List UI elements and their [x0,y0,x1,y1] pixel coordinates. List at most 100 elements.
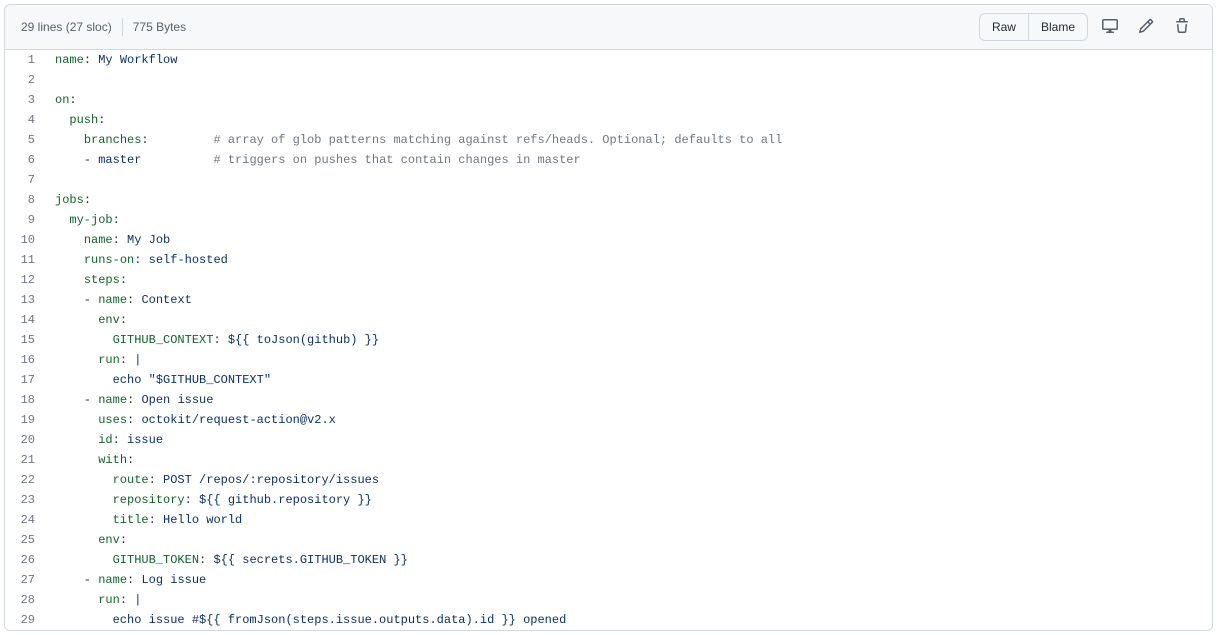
edit-button[interactable] [1132,13,1160,41]
pencil-icon [1138,18,1154,37]
line-number[interactable]: 28 [5,590,45,610]
desktop-button[interactable] [1096,13,1124,41]
line-number[interactable]: 13 [5,290,45,310]
line-number[interactable]: 20 [5,430,45,450]
file-actions: Raw Blame [979,13,1196,41]
code-content[interactable]: run: | [45,590,1212,610]
line-number[interactable]: 5 [5,130,45,150]
code-content[interactable]: id: issue [45,430,1212,450]
line-number[interactable]: 15 [5,330,45,350]
code-line: 28 run: | [5,590,1212,610]
code-line: 2 [5,70,1212,90]
code-content[interactable]: push: [45,110,1212,130]
line-number[interactable]: 7 [5,170,45,190]
code-content[interactable]: jobs: [45,190,1212,210]
blame-button[interactable]: Blame [1028,13,1088,41]
code-content[interactable] [45,70,1212,90]
line-number[interactable]: 11 [5,250,45,270]
code-line: 4 push: [5,110,1212,130]
monitor-icon [1102,18,1118,37]
line-number[interactable]: 25 [5,530,45,550]
code-content[interactable]: echo "$GITHUB_CONTEXT" [45,370,1212,390]
line-number[interactable]: 27 [5,570,45,590]
code-content[interactable]: on: [45,90,1212,110]
code-content[interactable]: echo issue #${{ fromJson(steps.issue.out… [45,610,1212,630]
file-header: 29 lines (27 sloc) 775 Bytes Raw Blame [5,5,1212,50]
code-content[interactable]: repository: ${{ github.repository }} [45,490,1212,510]
code-content[interactable]: GITHUB_CONTEXT: ${{ toJson(github) }} [45,330,1212,350]
code-content[interactable]: uses: octokit/request-action@v2.x [45,410,1212,430]
code-content[interactable]: - name: Context [45,290,1212,310]
trash-icon [1174,18,1190,37]
line-number[interactable]: 18 [5,390,45,410]
code-line: 3on: [5,90,1212,110]
line-number[interactable]: 2 [5,70,45,90]
code-line: 15 GITHUB_CONTEXT: ${{ toJson(github) }} [5,330,1212,350]
line-number[interactable]: 16 [5,350,45,370]
code-content[interactable]: route: POST /repos/:repository/issues [45,470,1212,490]
code-line: 18 - name: Open issue [5,390,1212,410]
code-table: 1name: My Workflow23on:4 push:5 branches… [5,50,1212,630]
code-line: 14 env: [5,310,1212,330]
code-line: 24 title: Hello world [5,510,1212,530]
line-number[interactable]: 19 [5,410,45,430]
line-number[interactable]: 23 [5,490,45,510]
line-number[interactable]: 21 [5,450,45,470]
line-number[interactable]: 14 [5,310,45,330]
line-count: 29 lines (27 sloc) [21,20,112,34]
code-content[interactable]: - name: Log issue [45,570,1212,590]
line-number[interactable]: 3 [5,90,45,110]
code-content[interactable]: title: Hello world [45,510,1212,530]
line-number[interactable]: 17 [5,370,45,390]
code-line: 11 runs-on: self-hosted [5,250,1212,270]
code-content[interactable]: env: [45,310,1212,330]
code-content[interactable]: steps: [45,270,1212,290]
code-line: 16 run: | [5,350,1212,370]
file-box: 29 lines (27 sloc) 775 Bytes Raw Blame [4,4,1213,631]
line-number[interactable]: 4 [5,110,45,130]
code-line: 21 with: [5,450,1212,470]
delete-button[interactable] [1168,13,1196,41]
line-number[interactable]: 24 [5,510,45,530]
line-number[interactable]: 8 [5,190,45,210]
code-content[interactable]: - name: Open issue [45,390,1212,410]
raw-blame-group: Raw Blame [979,13,1088,41]
line-number[interactable]: 12 [5,270,45,290]
code-line: 23 repository: ${{ github.repository }} [5,490,1212,510]
code-line: 17 echo "$GITHUB_CONTEXT" [5,370,1212,390]
code-content[interactable]: - master # triggers on pushes that conta… [45,150,1212,170]
code-line: 12 steps: [5,270,1212,290]
code-line: 13 - name: Context [5,290,1212,310]
line-number[interactable]: 6 [5,150,45,170]
code-content[interactable]: name: My Workflow [45,50,1212,70]
code-content[interactable]: GITHUB_TOKEN: ${{ secrets.GITHUB_TOKEN }… [45,550,1212,570]
file-info: 29 lines (27 sloc) 775 Bytes [21,18,186,36]
code-content[interactable]: branches: # array of glob patterns match… [45,130,1212,150]
code-content[interactable]: runs-on: self-hosted [45,250,1212,270]
code-line: 9 my-job: [5,210,1212,230]
code-content[interactable] [45,170,1212,190]
divider [122,18,123,36]
line-number[interactable]: 10 [5,230,45,250]
line-number[interactable]: 22 [5,470,45,490]
code-content[interactable]: with: [45,450,1212,470]
code-content[interactable]: env: [45,530,1212,550]
code-line: 26 GITHUB_TOKEN: ${{ secrets.GITHUB_TOKE… [5,550,1212,570]
line-number[interactable]: 26 [5,550,45,570]
code-content[interactable]: name: My Job [45,230,1212,250]
code-line: 19 uses: octokit/request-action@v2.x [5,410,1212,430]
code-line: 27 - name: Log issue [5,570,1212,590]
code-line: 20 id: issue [5,430,1212,450]
code-line: 5 branches: # array of glob patterns mat… [5,130,1212,150]
code-line: 8jobs: [5,190,1212,210]
line-number[interactable]: 1 [5,50,45,70]
code-line: 25 env: [5,530,1212,550]
code-content[interactable]: run: | [45,350,1212,370]
line-number[interactable]: 29 [5,610,45,630]
code-line: 7 [5,170,1212,190]
file-size: 775 Bytes [133,20,186,34]
line-number[interactable]: 9 [5,210,45,230]
raw-button[interactable]: Raw [979,13,1028,41]
code-content[interactable]: my-job: [45,210,1212,230]
code-line: 6 - master # triggers on pushes that con… [5,150,1212,170]
